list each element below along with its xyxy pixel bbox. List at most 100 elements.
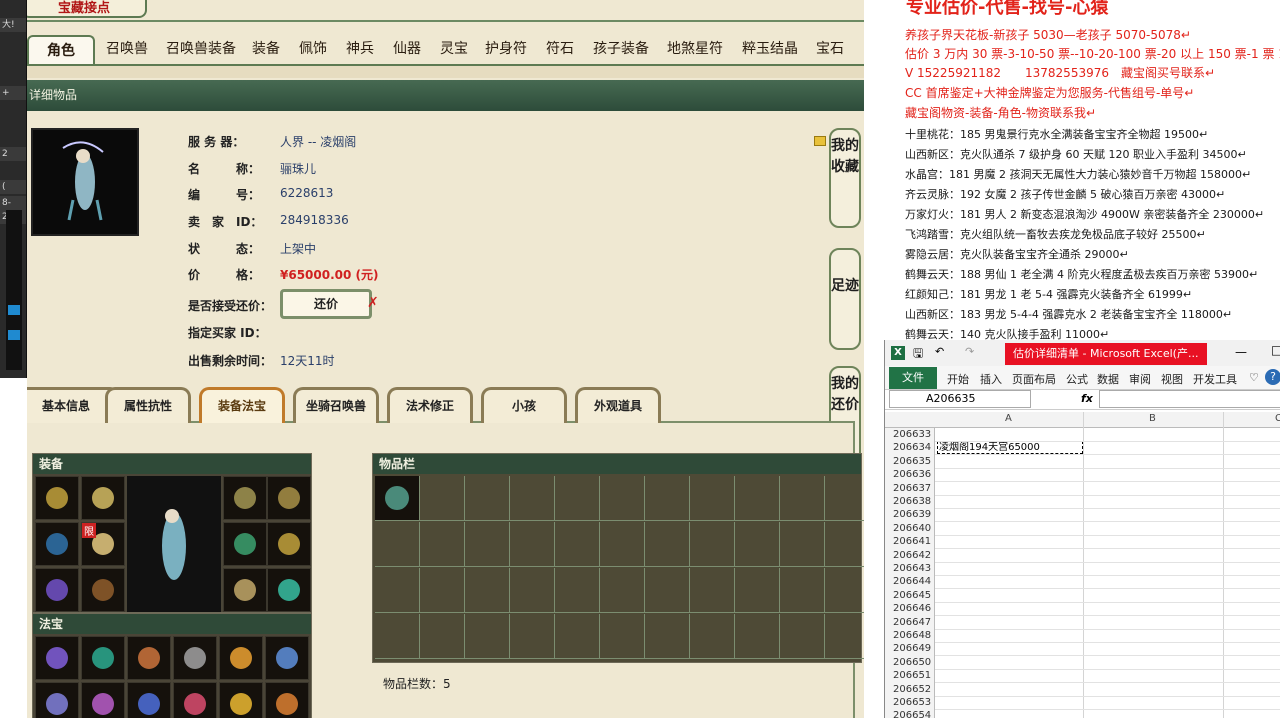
redo-icon[interactable]: ↷: [965, 345, 974, 358]
bag-slot[interactable]: [375, 476, 420, 521]
row-number[interactable]: 206641: [885, 535, 935, 549]
row-number[interactable]: 206644: [885, 575, 935, 589]
subtab-spell-mod[interactable]: 法术修正: [387, 387, 473, 423]
save-icon[interactable]: 🖫: [913, 344, 923, 365]
subtab-attributes[interactable]: 属性抗性: [105, 387, 191, 423]
bag-slot[interactable]: [465, 522, 510, 567]
fabao-slot-9[interactable]: [127, 682, 171, 718]
bag-slot[interactable]: [420, 568, 465, 613]
bag-slot[interactable]: [600, 568, 645, 613]
bag-slot[interactable]: [465, 476, 510, 521]
strip-plus-button[interactable]: +: [0, 86, 26, 100]
bag-slot[interactable]: [420, 614, 465, 659]
bag-slot[interactable]: [690, 568, 735, 613]
fabao-slot-10[interactable]: [173, 682, 217, 718]
menu-developer[interactable]: 开发工具: [1193, 371, 1237, 387]
fabao-slot-3[interactable]: [127, 636, 171, 680]
menu-formulas[interactable]: 公式: [1066, 371, 1088, 387]
fabao-slot-4[interactable]: [173, 636, 217, 680]
bag-slot[interactable]: [510, 522, 555, 567]
tab-jade-crystal[interactable]: 粹玉结晶: [739, 35, 801, 65]
bag-slot[interactable]: [600, 614, 645, 659]
row-number[interactable]: 206639: [885, 508, 935, 522]
close-icon[interactable]: ✗: [367, 295, 379, 311]
fx-icon[interactable]: fx: [1081, 392, 1093, 405]
maximize-icon[interactable]: □: [1271, 343, 1280, 357]
fabao-slot-1[interactable]: [35, 636, 79, 680]
equip-slot-accessory-5[interactable]: [223, 568, 267, 612]
menu-review[interactable]: 审阅: [1129, 371, 1151, 387]
tab-child-equip[interactable]: 孩子装备: [590, 35, 652, 65]
add-favorite-icon[interactable]: [814, 136, 826, 146]
fabao-slot-7[interactable]: [35, 682, 79, 718]
menu-view[interactable]: 视图: [1161, 371, 1183, 387]
equip-slot-boots[interactable]: [81, 568, 125, 612]
tab-immortal-item[interactable]: 仙器: [390, 35, 424, 65]
bag-slot[interactable]: [600, 522, 645, 567]
bag-slot[interactable]: [690, 614, 735, 659]
menu-file[interactable]: 文件: [889, 367, 937, 389]
bag-slot[interactable]: [825, 568, 864, 613]
bag-slot[interactable]: [780, 614, 825, 659]
row-number[interactable]: 206651: [885, 669, 935, 683]
bag-slot[interactable]: [555, 568, 600, 613]
row-number[interactable]: 206633: [885, 428, 935, 442]
fabao-slot-8[interactable]: [81, 682, 125, 718]
tab-amulet[interactable]: 护身符: [483, 35, 529, 65]
equip-slot-accessory-4[interactable]: [267, 522, 311, 566]
bag-slot[interactable]: [555, 476, 600, 521]
tab-star-rune[interactable]: 地煞星符: [664, 35, 726, 65]
row-number[interactable]: 206645: [885, 588, 935, 603]
row-number[interactable]: 206646: [885, 602, 935, 616]
subtab-mount-summon[interactable]: 坐骑召唤兽: [293, 387, 379, 423]
subtab-child[interactable]: 小孩: [481, 387, 567, 423]
bag-slot[interactable]: [510, 614, 555, 659]
equip-slot-helmet[interactable]: [35, 476, 79, 520]
equip-slot-weapon[interactable]: [35, 522, 79, 566]
row-number[interactable]: 206640: [885, 521, 935, 536]
bag-slot[interactable]: [420, 476, 465, 521]
row-number[interactable]: 206643: [885, 562, 935, 576]
bag-slot[interactable]: [735, 614, 780, 659]
bag-slot[interactable]: [555, 614, 600, 659]
subtab-appearance[interactable]: 外观道具: [575, 387, 661, 423]
bag-slot[interactable]: [645, 476, 690, 521]
bag-slot[interactable]: [645, 522, 690, 567]
menu-data[interactable]: 数据: [1097, 371, 1119, 387]
menu-page-layout[interactable]: 页面布局: [1012, 371, 1056, 387]
minimize-icon[interactable]: —: [1235, 345, 1247, 359]
my-favorites-button[interactable]: 我的收藏: [829, 128, 861, 228]
bag-slot[interactable]: [465, 568, 510, 613]
menu-home[interactable]: 开始: [947, 371, 969, 387]
row-number[interactable]: 206635: [885, 454, 935, 469]
column-a-header[interactable]: A: [1005, 413, 1012, 424]
bag-slot[interactable]: [555, 522, 600, 567]
row-number[interactable]: 206634: [885, 441, 935, 455]
equip-slot-accessory-1[interactable]: [223, 476, 267, 520]
menu-insert[interactable]: 插入: [980, 371, 1002, 387]
row-number[interactable]: 206637: [885, 481, 935, 495]
heart-icon[interactable]: ♡: [1249, 371, 1259, 384]
bag-slot[interactable]: [780, 568, 825, 613]
row-number[interactable]: 206642: [885, 548, 935, 562]
bag-slot[interactable]: [420, 522, 465, 567]
equip-slot-accessory-2[interactable]: [267, 476, 311, 520]
selected-cell[interactable]: 凌烟阁194天宫65000: [937, 441, 1083, 454]
bag-slot[interactable]: [645, 614, 690, 659]
bag-slot[interactable]: [690, 476, 735, 521]
fabao-slot-2[interactable]: [81, 636, 125, 680]
bag-slot[interactable]: [600, 476, 645, 521]
equip-slot-accessory-3[interactable]: [223, 522, 267, 566]
bag-slot[interactable]: [735, 476, 780, 521]
equip-slot-belt[interactable]: [35, 568, 79, 612]
bag-slot[interactable]: [780, 476, 825, 521]
counter-offer-button[interactable]: 还价: [280, 289, 372, 319]
row-number[interactable]: 206652: [885, 682, 935, 696]
bag-slot[interactable]: [645, 568, 690, 613]
tab-spirit-treasure[interactable]: 灵宝: [438, 35, 470, 65]
bag-slot[interactable]: [375, 614, 420, 659]
bag-slot[interactable]: [510, 568, 555, 613]
bag-slot[interactable]: [375, 522, 420, 567]
row-number[interactable]: 206650: [885, 655, 935, 670]
bag-slot[interactable]: [735, 522, 780, 567]
